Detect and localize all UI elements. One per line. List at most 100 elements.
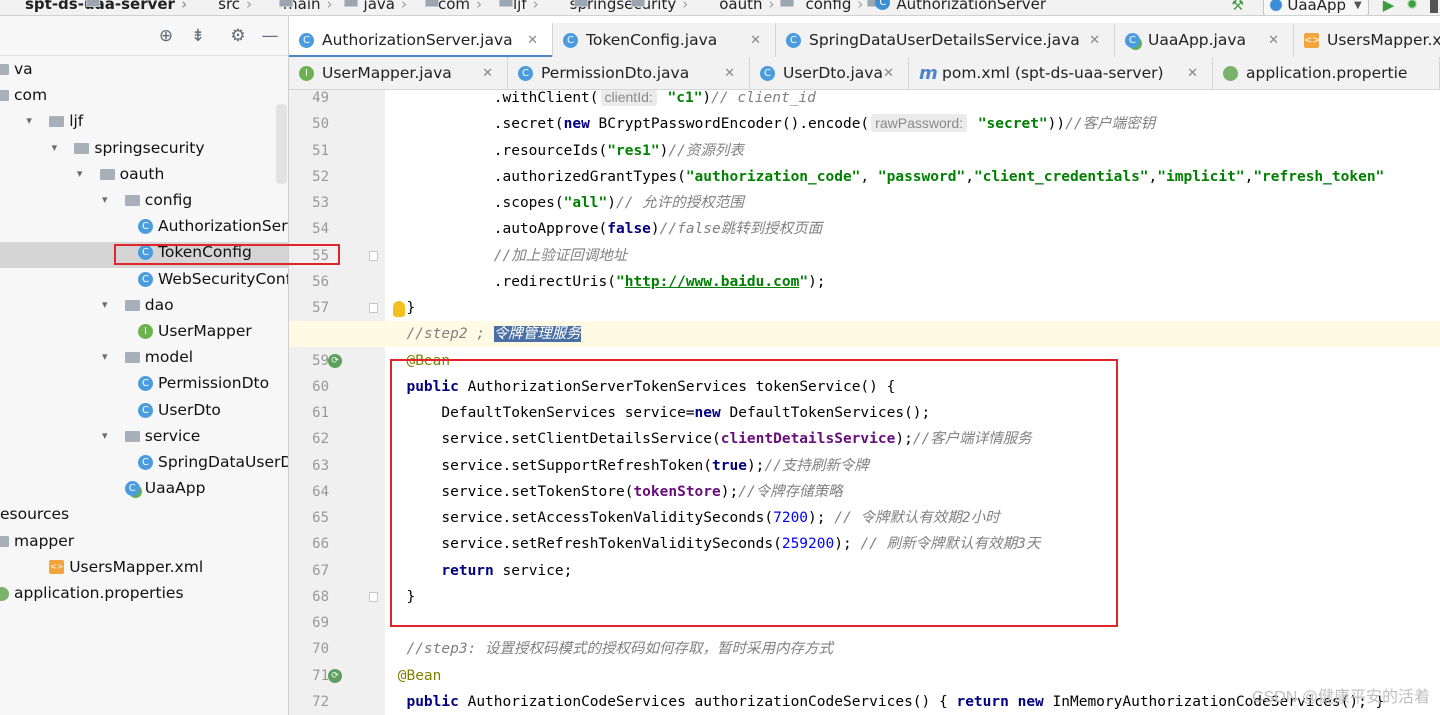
expand-arrow-icon[interactable]: ▾ <box>99 292 111 318</box>
tree-item-label: PermissionDto <box>158 374 270 393</box>
app-class-icon: C <box>124 481 140 497</box>
close-icon[interactable]: ✕ <box>1089 33 1100 48</box>
close-icon[interactable]: ✕ <box>750 33 761 48</box>
hide-icon[interactable]: — <box>259 25 281 47</box>
breadcrumb-item[interactable]: main › <box>258 0 359 13</box>
run-configuration-select[interactable]: UaaApp ▼ <box>1263 0 1369 15</box>
expand-arrow-icon[interactable]: ▾ <box>48 135 60 161</box>
gear-icon[interactable]: ⚙ <box>227 25 249 47</box>
more-icon[interactable] <box>1430 0 1438 13</box>
run-icon[interactable]: ▶ <box>1383 0 1395 14</box>
class-icon: C <box>138 376 153 392</box>
tree-item[interactable]: ▾ dao <box>0 292 288 318</box>
tree-item[interactable]: C UserDto <box>0 397 288 423</box>
tree-item[interactable]: ▾ model <box>0 344 288 370</box>
close-icon[interactable]: ✕ <box>527 33 538 48</box>
tree-item[interactable]: application.properties <box>0 580 288 606</box>
tree-item-label: UsersMapper.xml <box>69 557 204 576</box>
bean-gutter-icon[interactable]: ⟳ <box>328 353 342 368</box>
close-icon[interactable]: ✕ <box>724 66 735 81</box>
bean-gutter-icon[interactable]: ⟳ <box>328 668 342 683</box>
tree-item[interactable]: com <box>0 82 288 108</box>
tab-label: UsersMapper.xm <box>1327 31 1440 49</box>
line-number: 59 <box>312 352 329 369</box>
editor-tab[interactable]: C UaaApp.java ✕ <box>1115 23 1294 57</box>
folder-icon <box>0 64 9 75</box>
expand-arrow-icon[interactable]: ▾ <box>99 423 111 449</box>
close-icon[interactable]: ✕ <box>482 66 493 81</box>
breadcrumb-item[interactable]: src › <box>193 0 294 13</box>
code-line[interactable]: .redirectUris("http://www.baidu.com"); <box>389 269 1440 295</box>
tree-item[interactable]: C UaaApp <box>0 475 288 501</box>
code-line[interactable]: .authorizedGrantTypes("authorization_cod… <box>389 164 1440 190</box>
app-icon <box>1270 0 1283 11</box>
code-line[interactable]: .autoApprove(false)//false跳转到授权页面 <box>389 216 1440 242</box>
editor-tab[interactable]: application.propertie <box>1213 57 1440 89</box>
tree-item[interactable]: C PermissionDto <box>0 370 288 396</box>
tree-item[interactable]: <> UsersMapper.xml <box>0 554 288 580</box>
tree-item[interactable]: C WebSecurityConfig <box>0 266 288 292</box>
tree-item[interactable]: ▾ service <box>0 423 288 449</box>
class-icon: C <box>138 271 153 287</box>
fold-marker-icon[interactable] <box>369 250 378 261</box>
close-icon[interactable]: ✕ <box>883 66 894 81</box>
code-line[interactable]: } <box>389 295 1440 321</box>
tree-item-label: UserMapper <box>158 322 252 340</box>
locate-icon[interactable]: ⊕ <box>155 25 177 47</box>
tree-item[interactable]: ▾ ljf <box>0 108 288 134</box>
tree-item[interactable]: C SpringDataUserDetai <box>0 449 288 475</box>
folder-icon <box>780 0 795 7</box>
editor-tab[interactable]: I UserMapper.java ✕ <box>289 57 508 89</box>
breadcrumb-item[interactable]: springsecurity › <box>545 0 688 13</box>
breadcrumb-item[interactable]: C AuthorizationServer <box>869 0 1046 13</box>
tree-item[interactable]: I UserMapper <box>0 318 288 344</box>
editor-tab[interactable]: C AuthorizationServer.java ✕ <box>289 23 553 57</box>
tree-item-label: ljf <box>69 112 84 131</box>
breadcrumb-label: java <box>363 0 395 13</box>
editor-tab[interactable]: C PermissionDto.java ✕ <box>508 57 750 89</box>
tree-item[interactable]: esources <box>0 501 288 527</box>
tab-label: TokenConfig.java <box>586 31 718 49</box>
editor-tab[interactable]: C TokenConfig.java ✕ <box>553 23 776 57</box>
expand-arrow-icon[interactable]: ▾ <box>23 108 35 134</box>
tree-item[interactable]: ▾ oauth <box>0 161 288 187</box>
code-line[interactable]: .secret(new BCryptPasswordEncoder().enco… <box>389 111 1440 137</box>
lightbulb-icon[interactable] <box>393 301 405 317</box>
project-panel: ⊕ ⇟ ⚙ — va com ▾ ljf ▾ springsecurity ▾ oauth ▾ c… <box>0 16 289 715</box>
line-number: 61 <box>312 405 329 421</box>
fold-marker-icon[interactable] <box>369 591 378 602</box>
code-line[interactable]: .scopes("all")// 允许的授权范围 <box>389 190 1440 216</box>
folder-icon <box>86 0 100 7</box>
class-icon: C <box>138 455 153 470</box>
expand-arrow-icon[interactable]: ▾ <box>74 161 86 187</box>
code-line[interactable]: .withClient(clientId: "c1")// client_id <box>389 90 1440 111</box>
fold-marker-icon[interactable] <box>369 303 378 313</box>
editor-tab[interactable]: <> UsersMapper.xm <box>1294 23 1440 57</box>
line-number: 65 <box>312 510 329 526</box>
close-icon[interactable]: ✕ <box>1268 33 1279 48</box>
tree-item[interactable]: mapper <box>0 528 288 554</box>
close-icon[interactable]: ✕ <box>1187 66 1198 81</box>
code-line[interactable]: //加上验证回调地址 <box>389 243 1440 269</box>
breadcrumb-item[interactable]: spt-ds-uaa-server › <box>0 0 187 13</box>
expand-arrow-icon[interactable]: ▾ <box>99 344 111 370</box>
debug-icon[interactable]: ✹ <box>1406 0 1418 13</box>
code-line[interactable]: //step3: 设置授权码模式的授权码如何存取，暂时采用内存方式 <box>389 636 1440 662</box>
tree-item[interactable]: ▾ springsecurity <box>0 135 288 161</box>
folder-icon <box>124 299 140 311</box>
code-line[interactable]: //step2 ; 令牌管理服务 <box>389 321 1440 347</box>
breadcrumb-item[interactable]: oauth › <box>694 0 795 13</box>
breadcrumb-item[interactable]: ljf › <box>488 0 589 13</box>
editor-tab[interactable]: C SpringDataUserDetailsService.java ✕ <box>776 23 1115 57</box>
editor-tab[interactable]: m pom.xml (spt-ds-uaa-server) ✕ <box>909 57 1213 89</box>
editor-tab[interactable]: C UserDto.java ✕ <box>750 57 909 89</box>
tree-item[interactable]: C AuthorizationServer <box>0 213 288 239</box>
tree-item[interactable]: va <box>0 56 288 82</box>
build-hammer-icon[interactable]: ⚒ <box>1231 0 1249 14</box>
collapse-all-icon[interactable]: ⇟ <box>187 25 209 47</box>
code-line[interactable]: .resourceIds("res1")//资源列表 <box>389 138 1440 164</box>
expand-arrow-icon[interactable]: ▾ <box>99 187 111 213</box>
chevron-right-icon: › <box>180 0 188 13</box>
tree-item[interactable]: ▾ config <box>0 187 288 213</box>
breadcrumb-item[interactable]: com › <box>413 0 513 13</box>
